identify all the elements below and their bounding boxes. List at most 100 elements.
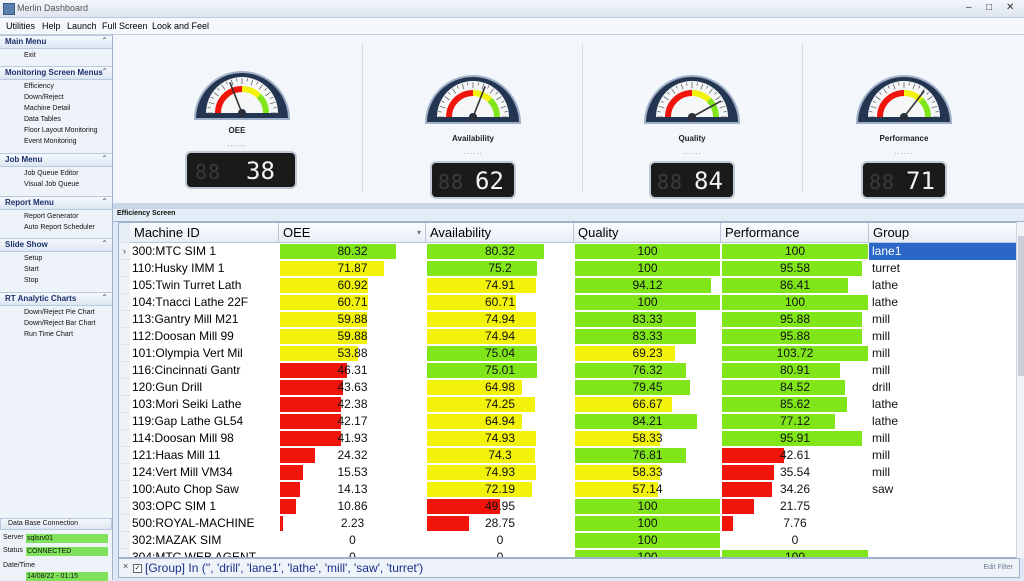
row-selector[interactable] (119, 532, 130, 549)
perf-value[interactable]: 7.76 (721, 515, 869, 532)
sidebar-item-stop[interactable]: Stop (24, 277, 38, 284)
oee-value[interactable]: 71.87 (279, 260, 426, 277)
sidebar-item-job-queue-editor[interactable]: Job Queue Editor (24, 170, 78, 177)
oee-value[interactable]: 42.17 (279, 413, 426, 430)
qual-value[interactable]: 69.23 (574, 345, 721, 362)
avail-value[interactable]: 64.94 (426, 413, 574, 430)
qual-value[interactable]: 66.67 (574, 396, 721, 413)
qual-value[interactable]: 100 (574, 532, 721, 549)
menu-look-and-feel[interactable]: Look and Feel (152, 21, 209, 31)
group-cell[interactable]: lane1 (869, 243, 1019, 260)
group-cell[interactable]: mill (869, 328, 1019, 345)
perf-value[interactable]: 100 (721, 294, 869, 311)
avail-value[interactable]: 75.2 (426, 260, 574, 277)
machine-id-cell[interactable]: 119:Gap Lathe GL54 (132, 413, 277, 430)
sidebar-item-exit[interactable]: Exit (24, 52, 36, 59)
machine-id-cell[interactable]: 124:Vert Mill VM34 (132, 464, 277, 481)
row-selector[interactable] (119, 311, 130, 328)
qual-value[interactable]: 100 (574, 243, 721, 260)
avail-value[interactable]: 0 (426, 549, 574, 558)
col-header-oee[interactable]: OEE▾ (279, 223, 426, 243)
group-cell[interactable] (869, 532, 1019, 549)
perf-value[interactable]: 95.88 (721, 311, 869, 328)
row-selector[interactable] (119, 294, 130, 311)
qual-value[interactable]: 100 (574, 260, 721, 277)
row-selector[interactable] (119, 430, 130, 447)
avail-value[interactable]: 74.25 (426, 396, 574, 413)
avail-value[interactable]: 28.75 (426, 515, 574, 532)
sidebar-item-efficiency[interactable]: Efficiency (24, 83, 54, 90)
group-cell[interactable] (869, 498, 1019, 515)
group-cell[interactable] (869, 549, 1019, 558)
machine-id-cell[interactable]: 114:Doosan Mill 98 (132, 430, 277, 447)
avail-value[interactable]: 49.95 (426, 498, 574, 515)
perf-value[interactable]: 103.72 (721, 345, 869, 362)
section-slide-show[interactable]: Slide Show⌃ (0, 238, 112, 252)
edit-filter-link[interactable]: Edit Filter (983, 564, 1013, 571)
qual-value[interactable]: 58.33 (574, 430, 721, 447)
avail-value[interactable]: 74.91 (426, 277, 574, 294)
qual-value[interactable]: 100 (574, 498, 721, 515)
group-cell[interactable]: drill (869, 379, 1019, 396)
oee-value[interactable]: 2.23 (279, 515, 426, 532)
avail-value[interactable]: 75.01 (426, 362, 574, 379)
filter-expression[interactable]: [Group] In ('', 'drill', 'lane1', 'lathe… (145, 561, 423, 575)
avail-value[interactable]: 72.19 (426, 481, 574, 498)
oee-value[interactable]: 80.32 (279, 243, 426, 260)
machine-id-cell[interactable]: 110:Husky IMM 1 (132, 260, 277, 277)
row-selector[interactable]: › (119, 243, 130, 260)
qual-value[interactable]: 76.32 (574, 362, 721, 379)
machine-id-cell[interactable]: 302:MAZAK SIM (132, 532, 277, 549)
oee-value[interactable]: 59.88 (279, 311, 426, 328)
row-selector[interactable] (119, 345, 130, 362)
row-selector[interactable] (119, 498, 130, 515)
qual-value[interactable]: 100 (574, 515, 721, 532)
machine-id-cell[interactable]: 120:Gun Drill (132, 379, 277, 396)
avail-value[interactable]: 75.04 (426, 345, 574, 362)
avail-value[interactable]: 74.93 (426, 464, 574, 481)
perf-value[interactable]: 21.75 (721, 498, 869, 515)
oee-value[interactable]: 53.88 (279, 345, 426, 362)
group-cell[interactable]: mill (869, 311, 1019, 328)
row-selector[interactable] (119, 328, 130, 345)
table-scrollbar[interactable] (1016, 222, 1024, 558)
perf-value[interactable]: 95.91 (721, 430, 869, 447)
avail-value[interactable]: 74.94 (426, 311, 574, 328)
col-header-machine-id[interactable]: Machine ID (130, 223, 279, 243)
oee-value[interactable]: 60.92 (279, 277, 426, 294)
sidebar-item-report-generator[interactable]: Report Generator (24, 213, 78, 220)
section-job-menu[interactable]: Job Menu⌃ (0, 153, 112, 167)
oee-value[interactable]: 10.86 (279, 498, 426, 515)
menu-utilities[interactable]: Utilities (6, 21, 35, 31)
perf-value[interactable]: 84.52 (721, 379, 869, 396)
qual-value[interactable]: 57.14 (574, 481, 721, 498)
avail-value[interactable]: 80.32 (426, 243, 574, 260)
qual-value[interactable]: 83.33 (574, 311, 721, 328)
group-cell[interactable]: mill (869, 430, 1019, 447)
machine-id-cell[interactable]: 300:MTC SIM 1 (132, 243, 277, 260)
machine-id-cell[interactable]: 100:Auto Chop Saw (132, 481, 277, 498)
menu-help[interactable]: Help (42, 21, 61, 31)
sidebar-item-run-time-chart[interactable]: Run Time Chart (24, 331, 73, 338)
sidebar-item-data-tables[interactable]: Data Tables (24, 116, 61, 123)
oee-value[interactable]: 0 (279, 549, 426, 558)
avail-value[interactable]: 0 (426, 532, 574, 549)
section-rt-charts[interactable]: RT Analytic Charts⌃ (0, 292, 112, 306)
sidebar-item-machine-detail[interactable]: Machine Detail (24, 105, 70, 112)
menu-launch[interactable]: Launch (67, 21, 97, 31)
section-report-menu[interactable]: Report Menu⌃ (0, 196, 112, 210)
group-cell[interactable] (869, 515, 1019, 532)
row-selector[interactable] (119, 549, 130, 558)
machine-id-cell[interactable]: 304:MTC WEB AGENT (132, 549, 277, 558)
sidebar-item-floor-layout[interactable]: Floor Layout Monitoring (24, 127, 98, 134)
machine-id-cell[interactable]: 112:Doosan Mill 99 (132, 328, 277, 345)
row-selector[interactable] (119, 362, 130, 379)
perf-value[interactable]: 42.61 (721, 447, 869, 464)
qual-value[interactable]: 83.33 (574, 328, 721, 345)
perf-value[interactable]: 95.58 (721, 260, 869, 277)
scroll-thumb[interactable] (1018, 236, 1024, 376)
sidebar-item-pie-chart[interactable]: Down/Reject Pie Chart (24, 309, 95, 316)
qual-value[interactable]: 94.12 (574, 277, 721, 294)
avail-value[interactable]: 74.94 (426, 328, 574, 345)
perf-value[interactable]: 86.41 (721, 277, 869, 294)
